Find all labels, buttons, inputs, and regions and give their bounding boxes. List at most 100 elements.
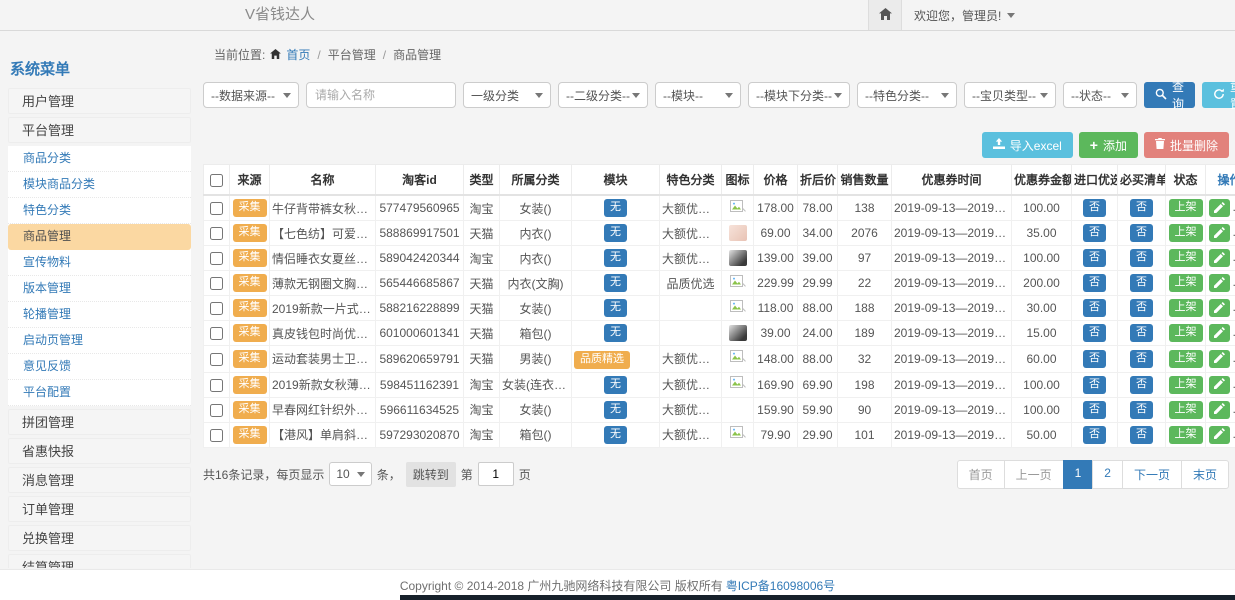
search-name-input[interactable] bbox=[306, 82, 456, 108]
pager-button[interactable]: 2 bbox=[1092, 460, 1123, 489]
row-checkbox[interactable] bbox=[210, 429, 223, 442]
must-buy-toggle[interactable]: 否 bbox=[1130, 299, 1153, 317]
import-select-toggle[interactable]: 否 bbox=[1083, 224, 1106, 242]
row-checkbox[interactable] bbox=[210, 227, 223, 240]
import-select-toggle[interactable]: 否 bbox=[1083, 299, 1106, 317]
must-buy-toggle[interactable]: 否 bbox=[1130, 224, 1153, 242]
user-menu[interactable]: 欢迎您，管理员! bbox=[902, 7, 1027, 24]
sidebar-item[interactable]: 特色分类 bbox=[8, 198, 191, 224]
must-buy-toggle[interactable]: 否 bbox=[1130, 324, 1153, 342]
filter-select-8[interactable]: --状态-- bbox=[1063, 82, 1137, 108]
filter-select-0[interactable]: --数据来源-- bbox=[203, 82, 299, 108]
pager-button[interactable]: 首页 bbox=[957, 460, 1005, 489]
status-badge[interactable]: 上架 bbox=[1169, 224, 1203, 242]
status-badge[interactable]: 上架 bbox=[1169, 299, 1203, 317]
sidebar-group-item[interactable]: 结算管理 bbox=[8, 554, 191, 568]
sidebar-item[interactable]: 模块商品分类 bbox=[8, 172, 191, 198]
row-select bbox=[204, 321, 230, 346]
row-checkbox[interactable] bbox=[210, 404, 223, 417]
cell-coupon-time: 2019-09-13—2019-09-20 bbox=[892, 246, 1012, 271]
sidebar-group-item[interactable]: 用户管理 bbox=[8, 88, 191, 114]
pager-page-active[interactable]: 1 bbox=[1063, 460, 1094, 489]
pager-button[interactable]: 下一页 bbox=[1122, 460, 1182, 489]
import-select-toggle[interactable]: 否 bbox=[1083, 249, 1106, 267]
edit-button[interactable] bbox=[1209, 199, 1230, 217]
edit-button[interactable] bbox=[1209, 299, 1230, 317]
breadcrumb-separator: / bbox=[317, 48, 320, 62]
breadcrumb-home-link[interactable]: 首页 bbox=[286, 46, 310, 63]
cell-icon bbox=[722, 271, 754, 296]
sidebar-item[interactable]: 宣传物料 bbox=[8, 250, 191, 276]
sidebar-group-item[interactable]: 拼团管理 bbox=[8, 409, 191, 435]
batch-delete-button[interactable]: 批量删除 bbox=[1144, 132, 1229, 158]
sidebar-group-item[interactable]: 省惠快报 bbox=[8, 438, 191, 464]
pager-button[interactable]: 上一页 bbox=[1004, 460, 1064, 489]
pager-button[interactable]: 末页 bbox=[1181, 460, 1229, 489]
filter-select-4[interactable]: --模块-- bbox=[655, 82, 741, 108]
import-select-toggle[interactable]: 否 bbox=[1083, 274, 1106, 292]
edit-button[interactable] bbox=[1209, 224, 1230, 242]
filter-select-2[interactable]: 一级分类 bbox=[463, 82, 551, 108]
row-checkbox[interactable] bbox=[210, 277, 223, 290]
status-badge[interactable]: 上架 bbox=[1169, 274, 1203, 292]
query-button[interactable]: 查询 bbox=[1144, 82, 1195, 108]
import-excel-button[interactable]: 导入excel bbox=[982, 132, 1073, 158]
must-buy-toggle[interactable]: 否 bbox=[1130, 376, 1153, 394]
import-select-toggle[interactable]: 否 bbox=[1083, 401, 1106, 419]
filter-select-5[interactable]: --模块下分类-- bbox=[748, 82, 850, 108]
must-buy-toggle[interactable]: 否 bbox=[1130, 426, 1153, 444]
select-all-checkbox[interactable] bbox=[210, 174, 223, 187]
reset-button[interactable]: 重置 bbox=[1202, 82, 1235, 108]
page-size-select[interactable]: 10 bbox=[329, 462, 371, 486]
edit-button[interactable] bbox=[1209, 249, 1230, 267]
row-checkbox[interactable] bbox=[210, 252, 223, 265]
must-buy-toggle[interactable]: 否 bbox=[1130, 350, 1153, 368]
sidebar-item[interactable]: 启动页管理 bbox=[8, 328, 191, 354]
status-badge[interactable]: 上架 bbox=[1169, 199, 1203, 217]
icp-link[interactable]: 粤ICP备16098006号 bbox=[726, 577, 835, 594]
must-buy-toggle[interactable]: 否 bbox=[1130, 249, 1153, 267]
edit-button[interactable] bbox=[1209, 324, 1230, 342]
must-buy-toggle[interactable]: 否 bbox=[1130, 401, 1153, 419]
status-badge[interactable]: 上架 bbox=[1169, 350, 1203, 368]
edit-button[interactable] bbox=[1209, 376, 1230, 394]
jump-button[interactable]: 跳转到 bbox=[406, 462, 456, 487]
sidebar-item[interactable]: 轮播管理 bbox=[8, 302, 191, 328]
status-badge[interactable]: 上架 bbox=[1169, 249, 1203, 267]
sidebar-group-item[interactable]: 平台管理 bbox=[8, 117, 191, 143]
row-checkbox[interactable] bbox=[210, 379, 223, 392]
import-select-toggle[interactable]: 否 bbox=[1083, 199, 1106, 217]
edit-button[interactable] bbox=[1209, 350, 1230, 368]
edit-button[interactable] bbox=[1209, 401, 1230, 419]
import-select-toggle[interactable]: 否 bbox=[1083, 324, 1106, 342]
sidebar-item[interactable]: 意见反馈 bbox=[8, 354, 191, 380]
row-checkbox[interactable] bbox=[210, 353, 223, 366]
sidebar-group-item[interactable]: 订单管理 bbox=[8, 496, 191, 522]
filter-select-6[interactable]: --特色分类-- bbox=[857, 82, 957, 108]
status-badge[interactable]: 上架 bbox=[1169, 426, 1203, 444]
sidebar-item[interactable]: 版本管理 bbox=[8, 276, 191, 302]
filter-select-7[interactable]: --宝贝类型-- bbox=[964, 82, 1056, 108]
import-select-toggle[interactable]: 否 bbox=[1083, 350, 1106, 368]
sidebar-item[interactable]: 商品分类 bbox=[8, 146, 191, 172]
add-button[interactable]: + 添加 bbox=[1079, 132, 1138, 158]
sidebar-group-item[interactable]: 消息管理 bbox=[8, 467, 191, 493]
row-checkbox[interactable] bbox=[210, 327, 223, 340]
row-checkbox[interactable] bbox=[210, 202, 223, 215]
home-button[interactable] bbox=[868, 0, 902, 30]
status-badge[interactable]: 上架 bbox=[1169, 401, 1203, 419]
sidebar-item[interactable]: 平台配置 bbox=[8, 380, 191, 406]
must-buy-toggle[interactable]: 否 bbox=[1130, 274, 1153, 292]
import-select-toggle[interactable]: 否 bbox=[1083, 426, 1106, 444]
jump-page-input[interactable] bbox=[478, 462, 514, 486]
edit-button[interactable] bbox=[1209, 426, 1230, 444]
edit-button[interactable] bbox=[1209, 274, 1230, 292]
import-select-toggle[interactable]: 否 bbox=[1083, 376, 1106, 394]
must-buy-toggle[interactable]: 否 bbox=[1130, 199, 1153, 217]
filter-select-3[interactable]: --二级分类-- bbox=[558, 82, 648, 108]
sidebar-item-active[interactable]: 商品管理 bbox=[8, 224, 191, 250]
status-badge[interactable]: 上架 bbox=[1169, 324, 1203, 342]
sidebar-group-item[interactable]: 兑换管理 bbox=[8, 525, 191, 551]
status-badge[interactable]: 上架 bbox=[1169, 376, 1203, 394]
row-checkbox[interactable] bbox=[210, 302, 223, 315]
